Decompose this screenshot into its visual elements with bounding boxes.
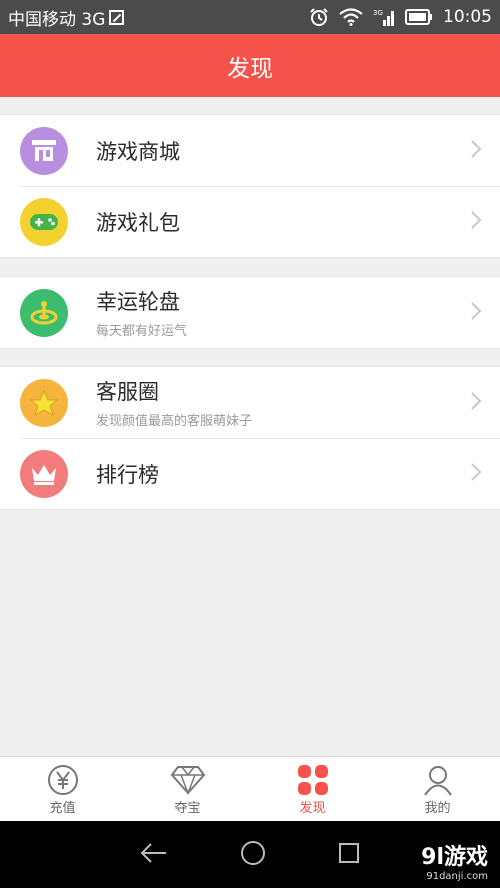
menu-item-subtitle: 发现颜值最高的客服萌妹子 xyxy=(96,414,253,429)
carrier-label: 中国移动 3G xyxy=(8,9,106,30)
menu-item-game-store[interactable]: 游戏商城 xyxy=(0,115,500,186)
battery-icon xyxy=(405,9,433,25)
menu-item-leaderboard[interactable]: 排行榜 xyxy=(0,438,500,509)
signal-icon: 3G xyxy=(373,8,395,26)
wifi-icon xyxy=(339,8,363,26)
back-icon[interactable] xyxy=(139,841,169,869)
user-icon xyxy=(422,763,454,797)
star-icon xyxy=(20,378,68,427)
tab-mine[interactable]: 我的 xyxy=(375,757,500,821)
clock: 10:05 xyxy=(443,7,492,27)
watermark-main: 9l游戏 xyxy=(421,845,488,870)
recents-icon[interactable] xyxy=(337,841,361,869)
watermark-site: 91danji.com xyxy=(426,871,488,882)
sim-icon xyxy=(109,9,125,25)
menu-item-lucky-wheel[interactable]: 幸运轮盘 每天都有好运气 xyxy=(0,277,500,348)
crown-icon xyxy=(20,449,68,498)
home-icon[interactable] xyxy=(239,839,267,871)
tab-treasure[interactable]: 夺宝 xyxy=(125,757,250,821)
menu-group-2: 幸运轮盘 每天都有好运气 xyxy=(0,276,500,349)
menu-item-game-gift[interactable]: 游戏礼包 xyxy=(0,186,500,257)
menu-item-title: 游戏商城 xyxy=(96,139,180,164)
tab-label: 发现 xyxy=(299,800,326,816)
menu-item-title: 客服圈 xyxy=(96,380,159,404)
svg-text:3G: 3G xyxy=(373,9,383,17)
chevron-right-icon xyxy=(470,210,482,234)
discover-icon xyxy=(297,763,329,797)
system-nav-bar: 9l游戏 91danji.com xyxy=(0,821,500,888)
bottom-tab-bar: 充值 夺宝 发现 我的 xyxy=(0,756,500,821)
chevron-right-icon xyxy=(470,391,482,415)
wheel-icon xyxy=(20,288,68,337)
menu-item-title: 幸运轮盘 xyxy=(96,290,180,314)
gamepad-icon xyxy=(20,197,68,246)
page-title: 发现 xyxy=(227,55,273,82)
tab-label: 我的 xyxy=(424,800,451,816)
alarm-icon xyxy=(309,7,329,27)
menu-group-3: 客服圈 发现颜值最高的客服萌妹子 排行榜 xyxy=(0,366,500,510)
chevron-right-icon xyxy=(470,139,482,163)
chevron-right-icon xyxy=(470,301,482,325)
menu-item-title: 游戏礼包 xyxy=(96,210,180,235)
menu-item-service-circle[interactable]: 客服圈 发现颜值最高的客服萌妹子 xyxy=(0,367,500,438)
watermark-logo: 9l游戏 91danji.com xyxy=(421,839,488,882)
tab-label: 夺宝 xyxy=(174,800,201,816)
yen-icon xyxy=(47,763,79,797)
diamond-icon xyxy=(170,763,206,797)
menu-item-subtitle: 每天都有好运气 xyxy=(96,324,188,339)
status-bar: 中国移动 3G 3G 10:05 xyxy=(0,0,500,34)
tab-label: 充值 xyxy=(49,800,76,816)
tab-discover[interactable]: 发现 xyxy=(250,757,375,821)
tab-recharge[interactable]: 充值 xyxy=(0,757,125,821)
menu-group-1: 游戏商城 游戏礼包 xyxy=(0,114,500,258)
chevron-right-icon xyxy=(470,462,482,486)
shop-icon xyxy=(20,126,68,175)
page-title-bar: 发现 xyxy=(0,34,500,97)
menu-item-title: 排行榜 xyxy=(96,462,159,487)
